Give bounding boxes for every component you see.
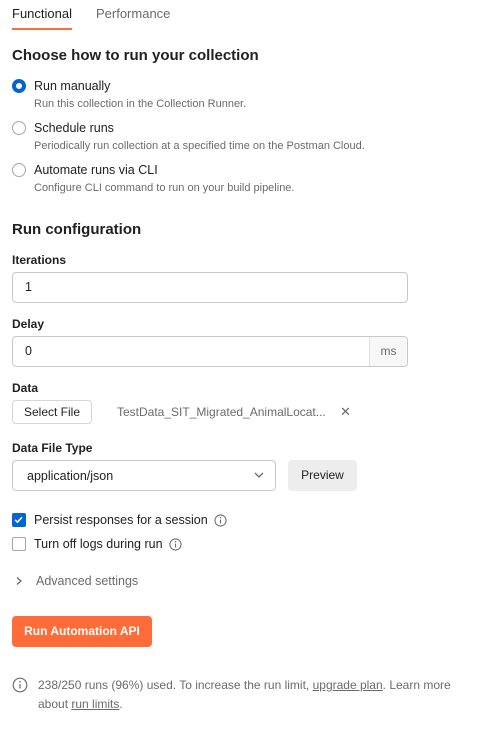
info-icon[interactable] bbox=[214, 513, 227, 527]
preview-button[interactable]: Preview bbox=[288, 460, 357, 491]
turn-off-logs-row[interactable]: Turn off logs during run bbox=[12, 537, 182, 551]
run-option-schedule[interactable]: Schedule runs Periodically run collectio… bbox=[12, 120, 365, 153]
run-automation-button[interactable]: Run Automation API bbox=[12, 616, 152, 647]
data-file-type-label: Data File Type bbox=[12, 441, 93, 455]
run-limit-notice: 238/250 runs (96%) used. To increase the… bbox=[12, 676, 452, 714]
info-icon[interactable] bbox=[168, 537, 182, 551]
turn-off-logs-label: Turn off logs during run bbox=[34, 537, 163, 551]
run-limit-text-end: . bbox=[119, 697, 123, 711]
run-limit-text: 238/250 runs (96%) used. To increase the… bbox=[38, 676, 452, 714]
upgrade-plan-link[interactable]: upgrade plan bbox=[313, 678, 383, 692]
tab-performance[interactable]: Performance bbox=[96, 0, 170, 30]
run-limit-text-start: 238/250 runs (96%) used. To increase the… bbox=[38, 678, 313, 692]
iterations-value: 1 bbox=[25, 280, 32, 294]
radio-schedule-runs[interactable] bbox=[12, 121, 26, 135]
delay-value: 0 bbox=[25, 344, 32, 358]
delay-input[interactable]: 0 ms bbox=[12, 336, 408, 367]
data-label: Data bbox=[12, 381, 39, 395]
run-option-cli[interactable]: Automate runs via CLI Configure CLI comm… bbox=[12, 162, 294, 195]
delay-unit: ms bbox=[369, 337, 407, 366]
remove-file-icon[interactable]: ✕ bbox=[340, 404, 351, 420]
radio-automate-cli[interactable] bbox=[12, 163, 26, 177]
run-option-label: Automate runs via CLI bbox=[34, 163, 158, 177]
iterations-input[interactable]: 1 bbox=[12, 272, 408, 303]
chevron-down-icon bbox=[254, 472, 264, 478]
tab-functional[interactable]: Functional bbox=[12, 0, 72, 30]
data-file-name: TestData_SIT_Migrated_AnimalLocat... bbox=[117, 405, 326, 419]
run-option-desc: Configure CLI command to run on your bui… bbox=[34, 182, 295, 194]
persist-responses-row[interactable]: Persist responses for a session bbox=[12, 513, 227, 527]
select-file-button[interactable]: Select File bbox=[12, 400, 93, 424]
radio-run-manually[interactable] bbox=[12, 79, 26, 93]
run-option-label: Run manually bbox=[34, 79, 111, 93]
run-method-title: Choose how to run your collection bbox=[12, 47, 259, 64]
run-option-label: Schedule runs bbox=[34, 121, 114, 135]
info-icon bbox=[12, 677, 28, 693]
tab-bar: Functional Performance bbox=[12, 0, 194, 32]
run-option-desc: Periodically run collection at a specifi… bbox=[34, 140, 365, 152]
delay-label: Delay bbox=[12, 317, 45, 331]
run-option-manual[interactable]: Run manually Run this collection in the … bbox=[12, 78, 246, 111]
advanced-settings-label: Advanced settings bbox=[36, 574, 139, 588]
run-limits-link[interactable]: run limits bbox=[71, 697, 119, 711]
data-file-type-select[interactable]: application/json bbox=[12, 460, 276, 491]
check-icon bbox=[14, 516, 23, 524]
persist-responses-label: Persist responses for a session bbox=[34, 513, 208, 527]
data-file-type-value: application/json bbox=[27, 469, 114, 483]
run-option-desc: Run this collection in the Collection Ru… bbox=[34, 98, 247, 110]
advanced-settings-toggle[interactable]: Advanced settings bbox=[14, 574, 138, 588]
persist-responses-checkbox[interactable] bbox=[12, 513, 26, 527]
run-config-title: Run configuration bbox=[12, 221, 142, 238]
turn-off-logs-checkbox[interactable] bbox=[12, 537, 26, 551]
chevron-right-icon bbox=[16, 577, 22, 585]
iterations-label: Iterations bbox=[12, 253, 67, 267]
